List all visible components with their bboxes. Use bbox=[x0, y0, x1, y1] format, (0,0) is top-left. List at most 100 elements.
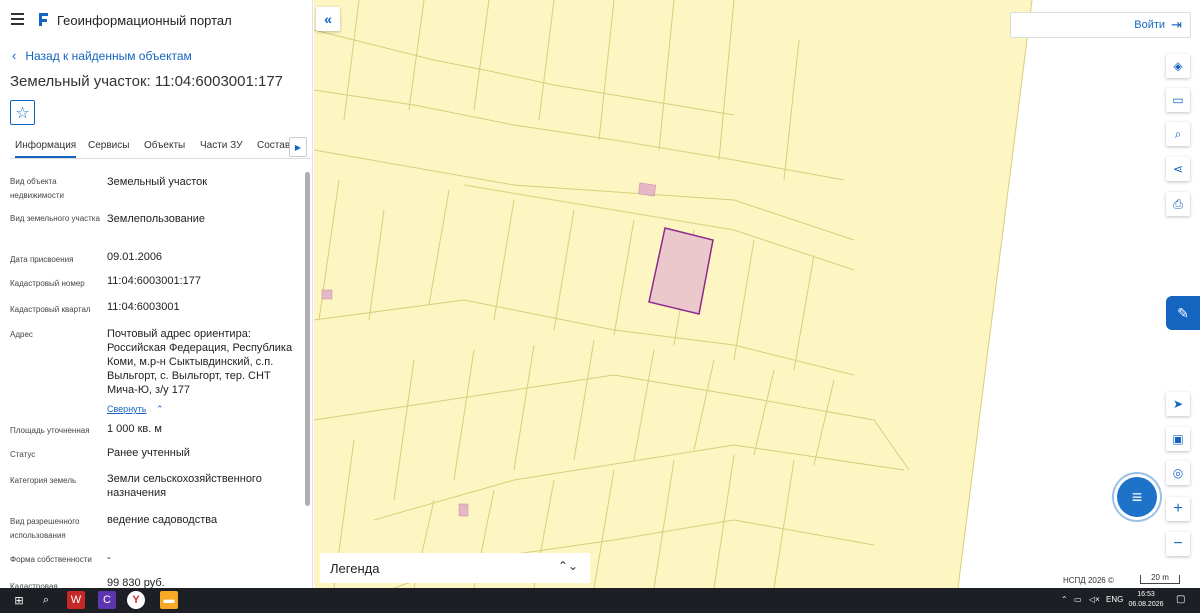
login-button[interactable]: Войти ⇥ bbox=[1010, 12, 1191, 38]
attribute-value: ведение садоводства bbox=[107, 514, 218, 526]
copyright-text: НСПД 2026 © bbox=[1063, 576, 1114, 585]
clock-time: 16:53 bbox=[1137, 591, 1155, 598]
tab-objects[interactable]: Объекты bbox=[144, 140, 185, 151]
legend-selector[interactable]: Легенда ⌃⌄ bbox=[320, 553, 590, 583]
tab-bar: Информация Сервисы Объекты Части ЗУ Сост… bbox=[10, 137, 310, 159]
attribute-label: Категория земель bbox=[10, 476, 77, 485]
attribute-value: Ранее учтенный bbox=[107, 447, 190, 459]
expand-icon: ⌃⌄ bbox=[557, 559, 578, 573]
app-root: « Войти ⇥ ◈ ▭ ⌕ ⋖ ⎙ ✎ ➤ ▣ ◎ + − ≡ Легенд… bbox=[0, 0, 1200, 613]
attribute-label: Кадастровая bbox=[10, 582, 58, 588]
attribute-label: Форма собственности bbox=[10, 555, 92, 564]
volume-icon[interactable]: ◁× bbox=[1089, 595, 1100, 604]
attribute-value: Земельный участок bbox=[107, 176, 208, 188]
scale-bar: 20 m bbox=[1140, 573, 1180, 584]
attribute-value: Землепользование bbox=[107, 213, 206, 225]
attribute-label: Площадь уточненная bbox=[10, 426, 90, 435]
tab-parts[interactable]: Части ЗУ bbox=[200, 140, 242, 151]
collapse-link-label: Свернуть bbox=[107, 404, 147, 414]
wps-app-icon[interactable]: W bbox=[67, 591, 85, 609]
object-title: Земельный участок: 11:04:6003001:177 bbox=[10, 73, 284, 90]
tab-composition[interactable]: Состав bbox=[257, 140, 290, 151]
zoom-out-button[interactable]: − bbox=[1166, 532, 1190, 556]
attribute-value: 09.01.2006 bbox=[107, 251, 163, 263]
attribute-label: Дата присвоения bbox=[10, 255, 74, 264]
clock[interactable]: 16:53 06.08.2026 bbox=[1127, 590, 1165, 610]
zoom-in-button[interactable]: + bbox=[1166, 497, 1190, 521]
assistant-icon: ✎ bbox=[1177, 304, 1189, 321]
attribute-label: Кадастровый квартал bbox=[10, 305, 91, 314]
attribute-label: Адрес bbox=[10, 330, 33, 339]
attribute-label: Статус bbox=[10, 450, 36, 459]
network-icon[interactable]: ▭ bbox=[1074, 595, 1082, 604]
location-icon: ◎ bbox=[1172, 466, 1184, 480]
panel-scrollbar[interactable] bbox=[305, 172, 310, 506]
clock-date: 06.08.2026 bbox=[1128, 601, 1164, 608]
chat-icon: ≡ bbox=[1131, 486, 1143, 507]
print-button[interactable]: ⎙ bbox=[1166, 192, 1190, 216]
building-shape bbox=[321, 289, 333, 300]
star-icon: ☆ bbox=[15, 104, 30, 122]
login-icon: ⇥ bbox=[1171, 17, 1182, 32]
attribute-value: Земли сельскохозяйственного назначения bbox=[107, 473, 262, 499]
tab-information[interactable]: Информация bbox=[15, 140, 77, 158]
tabs-scroll-right-button[interactable]: ▶ bbox=[289, 137, 307, 157]
map-canvas[interactable] bbox=[314, 0, 1200, 588]
attribute-label: Вид земельного участка bbox=[10, 214, 100, 223]
attribute-value: - bbox=[107, 552, 111, 564]
scale-label: 20 m bbox=[1151, 573, 1169, 582]
portal-logo-icon bbox=[39, 13, 48, 26]
c-app-icon[interactable]: C bbox=[98, 591, 116, 609]
collapse-address-link[interactable]: Свернуть ⌃ bbox=[107, 399, 163, 417]
notifications-icon[interactable]: ▢ bbox=[1176, 594, 1185, 605]
attribute-value: 11:04:6003001:177 bbox=[107, 275, 201, 287]
back-link-label: Назад к найденным объектам bbox=[25, 48, 192, 63]
ruler-button[interactable]: ▭ bbox=[1166, 88, 1190, 112]
favorite-button[interactable]: ☆ bbox=[10, 100, 35, 125]
attribute-value: 99 830 руб. bbox=[107, 577, 165, 588]
layers-button[interactable]: ◈ bbox=[1166, 54, 1190, 78]
zoom-out-icon: − bbox=[1173, 535, 1183, 552]
collapse-panel-button[interactable]: « bbox=[316, 7, 340, 31]
attribute-value: 11:04:6003001 bbox=[107, 301, 180, 313]
chevron-right-icon: ▶ bbox=[294, 142, 302, 152]
file-explorer-icon[interactable]: ▬ bbox=[160, 591, 178, 609]
chevron-left-icon: ‹ bbox=[12, 48, 17, 63]
minimap-icon: ▣ bbox=[1172, 432, 1184, 446]
login-label: Войти bbox=[1134, 19, 1166, 31]
share-button[interactable]: ⋖ bbox=[1166, 157, 1190, 181]
ruler-icon: ▭ bbox=[1172, 93, 1184, 107]
tab-services[interactable]: Сервисы bbox=[88, 140, 129, 151]
yandex-browser-icon[interactable]: Y bbox=[127, 591, 145, 609]
back-link[interactable]: ‹ Назад к найденным объектам bbox=[12, 48, 192, 63]
taskbar: ⊞ ⌕ W C Y ▬ ⌃ ▭ ◁× ENG 16:53 06.08.2026 … bbox=[0, 588, 1200, 613]
layers-icon: ◈ bbox=[1173, 59, 1183, 73]
map-view[interactable] bbox=[314, 0, 1200, 588]
building-shape bbox=[458, 503, 469, 517]
navigate-button[interactable]: ➤ bbox=[1166, 392, 1190, 416]
search-icon[interactable]: ⌕ bbox=[37, 591, 55, 609]
attribute-label: Кадастровый номер bbox=[10, 279, 85, 288]
chevron-up-icon: ⌃ bbox=[155, 404, 164, 414]
attribute-value: 1 000 кв. м bbox=[107, 423, 162, 435]
zoom-in-icon: + bbox=[1173, 500, 1183, 517]
building-shape bbox=[638, 182, 657, 197]
navigate-icon: ➤ bbox=[1172, 397, 1184, 411]
search-area-button[interactable]: ⌕ bbox=[1166, 122, 1190, 146]
search-area-icon: ⌕ bbox=[1174, 126, 1182, 141]
chat-button[interactable]: ≡ bbox=[1117, 477, 1157, 517]
attribute-label: Вид разрешенного использования bbox=[10, 517, 80, 540]
info-panel: Геоинформационный портал ‹ Назад к найде… bbox=[0, 0, 313, 588]
app-title: Геоинформационный портал bbox=[57, 13, 232, 28]
minimap-button[interactable]: ▣ bbox=[1166, 427, 1190, 451]
assistant-button[interactable]: ✎ bbox=[1166, 296, 1200, 330]
attribute-value: Почтовый адрес ориентира: Российская Фед… bbox=[107, 328, 293, 396]
attribute-label: Вид объекта недвижимости bbox=[10, 177, 64, 200]
print-icon: ⎙ bbox=[1173, 196, 1183, 211]
windows-start-icon[interactable]: ⊞ bbox=[10, 591, 28, 609]
language-indicator[interactable]: ENG bbox=[1106, 595, 1123, 604]
share-icon: ⋖ bbox=[1172, 162, 1184, 176]
menu-icon[interactable] bbox=[11, 13, 25, 25]
location-button[interactable]: ◎ bbox=[1166, 461, 1190, 485]
tray-expand-icon[interactable]: ⌃ bbox=[1061, 595, 1068, 604]
